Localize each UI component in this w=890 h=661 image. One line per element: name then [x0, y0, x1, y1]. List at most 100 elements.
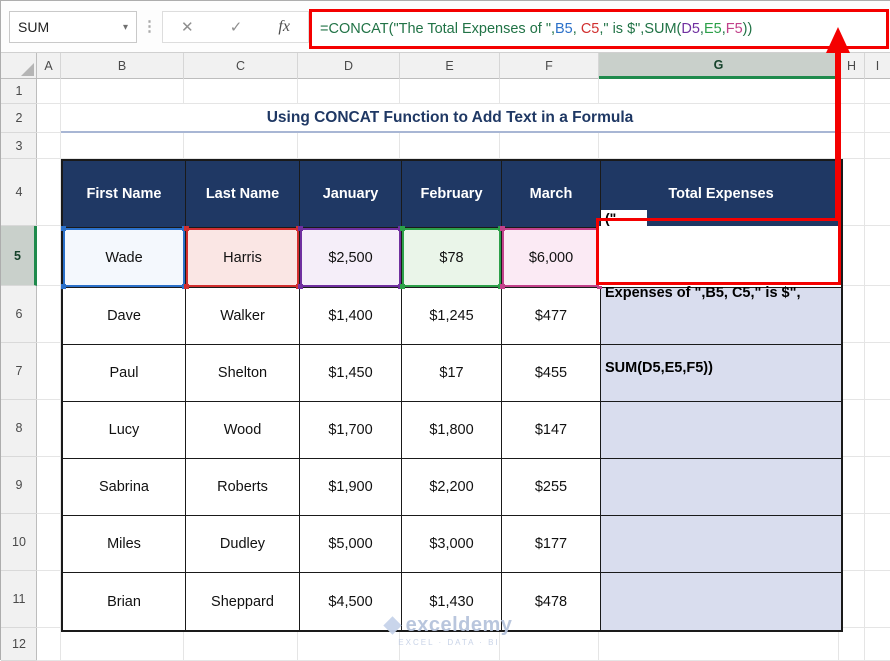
worksheet-title: Using CONCAT Function to Add Text in a F… [61, 104, 839, 133]
selection-handle-icon [400, 284, 405, 289]
cell-total-expenses[interactable] [601, 516, 841, 573]
row-header-11[interactable]: 11 [1, 571, 37, 628]
selection-handle-icon [184, 284, 189, 289]
column-header-A[interactable]: A [37, 53, 61, 79]
gridline [864, 79, 865, 661]
column-header-I[interactable]: I [865, 53, 890, 79]
exceldemy-logo-icon [382, 616, 402, 635]
row-header-9[interactable]: 9 [1, 457, 37, 514]
table-header-cell: February [402, 161, 502, 228]
selection-handle-icon [500, 226, 505, 231]
cell[interactable]: Sabrina [63, 459, 186, 516]
selection-handle-icon [500, 284, 505, 289]
insert-function-icon[interactable]: fx [278, 18, 290, 36]
cell[interactable]: $177 [502, 516, 601, 573]
cell[interactable]: Roberts [186, 459, 300, 516]
table-row: Sabrina Roberts $1,900 $2,200 $255 [63, 459, 841, 516]
row-header-12[interactable]: 12 [1, 628, 37, 661]
column-header-H[interactable]: H [839, 53, 865, 79]
cell[interactable]: Walker [186, 288, 300, 345]
table-row: Miles Dudley $5,000 $3,000 $177 [63, 516, 841, 573]
row-header-3[interactable]: 3 [1, 133, 37, 159]
watermark-brand: exceldemy [405, 614, 513, 636]
cell[interactable]: Miles [63, 516, 186, 573]
watermark-tagline: EXCEL · DATA · BI [398, 638, 500, 647]
row-header-4[interactable]: 4 [1, 159, 37, 226]
cell[interactable]: $1,245 [402, 288, 502, 345]
formula-segment: C5 [580, 21, 600, 37]
formula-segment: )) [742, 21, 753, 37]
cell[interactable]: $147 [502, 402, 601, 459]
ref-cell-D5[interactable]: $2,500 [298, 226, 403, 289]
cell[interactable]: $3,000 [402, 516, 502, 573]
editing-formula-line-2: SUM(D5,E5,F5)) [605, 360, 713, 376]
table-header-cell: March [502, 161, 601, 228]
annotation-arrow [835, 51, 841, 219]
ref-cell-C5[interactable]: Harris [184, 226, 301, 289]
row-header-6[interactable]: 6 [1, 286, 37, 343]
cell[interactable]: Paul [63, 345, 186, 402]
formula-segment: ," is $",SUM( [599, 21, 682, 37]
formula-toolbar: SUM ▾ ⋮ ✕ ✓ fx =CONCAT("The Total Expens… [1, 1, 890, 53]
cell[interactable]: Brian [63, 573, 186, 630]
selection-handle-icon [61, 284, 66, 289]
column-header-C[interactable]: C [184, 53, 298, 79]
cell[interactable]: $1,700 [300, 402, 402, 459]
ref-cell-B5[interactable]: Wade [61, 226, 187, 289]
cell-total-expenses[interactable] [601, 573, 841, 630]
formula-segment: B5 [555, 21, 573, 37]
cell[interactable]: $1,900 [300, 459, 402, 516]
cell[interactable]: $477 [502, 288, 601, 345]
cell[interactable]: $17 [402, 345, 502, 402]
formula-segment: D5 [681, 21, 700, 37]
row-header-10[interactable]: 10 [1, 514, 37, 571]
row-header-2[interactable]: 2 [1, 104, 37, 133]
row-header-8[interactable]: 8 [1, 400, 37, 457]
column-header-F[interactable]: F [500, 53, 599, 79]
enter-icon[interactable]: ✓ [230, 18, 243, 36]
cell[interactable]: Wood [186, 402, 300, 459]
row-header-7[interactable]: 7 [1, 343, 37, 400]
selection-handle-icon [184, 226, 189, 231]
cell[interactable]: Shelton [186, 345, 300, 402]
ref-cell-F5[interactable]: $6,000 [500, 226, 602, 289]
sheet: Using CONCAT Function to Add Text in a F… [37, 79, 890, 661]
cell[interactable]: Lucy [63, 402, 186, 459]
formula-segment: =CONCAT("The Total Expenses of ", [320, 21, 556, 37]
select-all-triangle-icon [21, 63, 34, 76]
cancel-icon[interactable]: ✕ [181, 18, 194, 36]
cell[interactable]: $255 [502, 459, 601, 516]
column-header-D[interactable]: D [298, 53, 400, 79]
formula-input[interactable]: =CONCAT("The Total Expenses of ", B5, C5,… [309, 9, 889, 49]
table-header-cell: January [300, 161, 402, 228]
annotation-arrow-head-icon [826, 27, 850, 53]
exceldemy-watermark: exceldemy EXCEL · DATA · BI [351, 614, 547, 647]
toolbar-separator-icon: ⋮ [142, 18, 157, 35]
selection-handle-icon [298, 284, 303, 289]
formula-segment: E5 [703, 21, 722, 37]
table-header-cell: Last Name [186, 161, 300, 228]
row-header-1[interactable]: 1 [1, 79, 37, 104]
cell[interactable]: Dave [63, 288, 186, 345]
formula-segment: F5 [725, 21, 743, 37]
cell[interactable]: $1,450 [300, 345, 402, 402]
cell[interactable]: $2,200 [402, 459, 502, 516]
cell[interactable]: Dudley [186, 516, 300, 573]
formula-segment: , [572, 21, 581, 37]
cell[interactable]: $1,400 [300, 288, 402, 345]
cell[interactable]: $455 [502, 345, 601, 402]
row-header-5[interactable]: 5 [1, 226, 37, 286]
column-header-G[interactable]: G [599, 53, 839, 79]
select-all-button[interactable] [1, 53, 37, 79]
column-header-B[interactable]: B [61, 53, 184, 79]
column-headers: ABCDEFGHI [37, 53, 890, 79]
cell[interactable]: $1,800 [402, 402, 502, 459]
column-header-E[interactable]: E [400, 53, 500, 79]
name-box-dropdown-icon[interactable]: ▾ [123, 22, 128, 33]
selection-handle-icon [61, 226, 66, 231]
cell-total-expenses[interactable] [601, 459, 841, 516]
cell[interactable]: Sheppard [186, 573, 300, 630]
name-box[interactable]: SUM ▾ [9, 11, 137, 43]
ref-cell-E5[interactable]: $78 [400, 226, 503, 289]
cell[interactable]: $5,000 [300, 516, 402, 573]
